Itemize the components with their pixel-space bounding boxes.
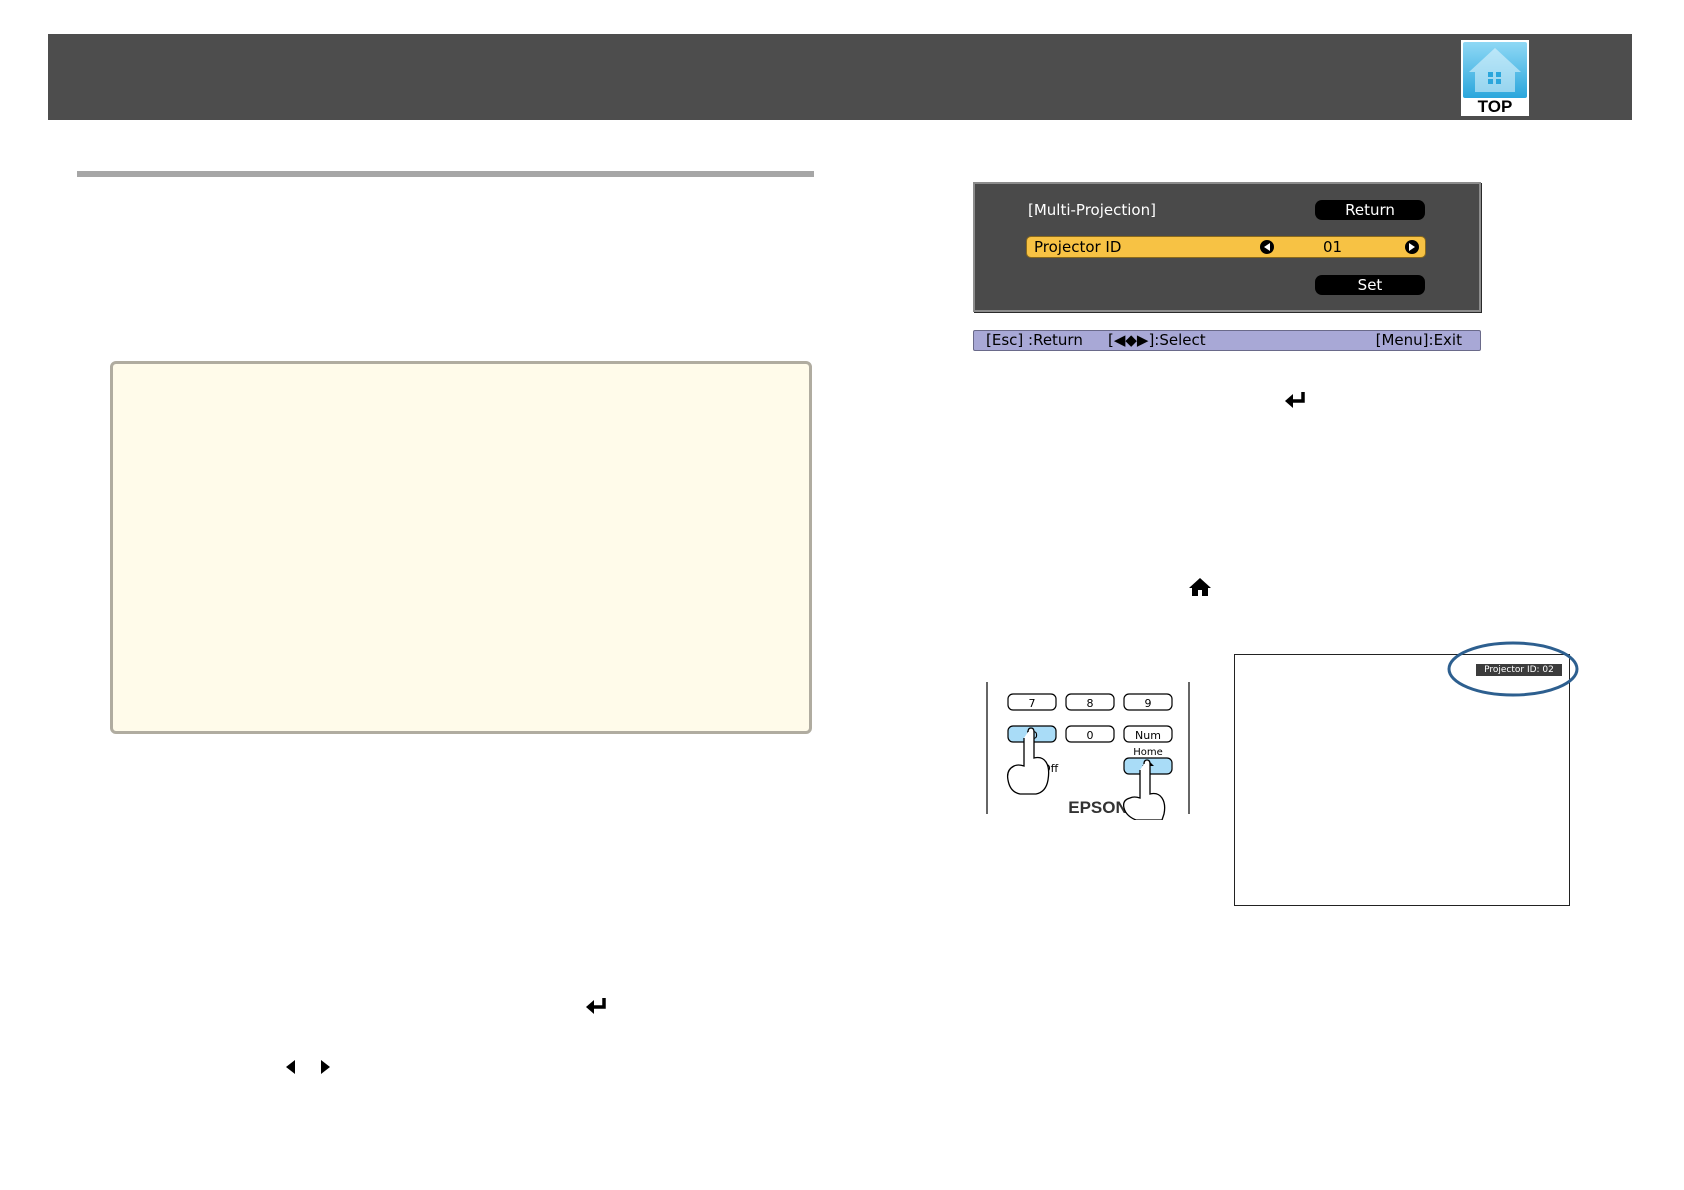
left-arrow-icon — [286, 1060, 295, 1074]
section-divider — [77, 171, 814, 177]
status-select-hint: [◀◆▶]:Select — [1108, 331, 1206, 349]
osd-menu-screen: [Multi-Projection] Return Projector ID 0… — [973, 182, 1481, 312]
status-esc-hint: [Esc] :Return — [986, 331, 1083, 349]
top-button[interactable]: TOP — [1461, 40, 1529, 116]
status-exit-hint: [Menu]:Exit — [1375, 331, 1462, 349]
home-key-label: Home — [1133, 747, 1163, 758]
svg-text:Num: Num — [1135, 729, 1161, 742]
projector-id-label: Projector ID — [1034, 238, 1122, 256]
osd-title: [Multi-Projection] — [1028, 201, 1156, 219]
svg-text:9: 9 — [1145, 697, 1152, 710]
svg-text:7: 7 — [1029, 697, 1036, 710]
remote-control-illustration: 7 8 9 ID 0 Num Home Off EPSON — [986, 682, 1190, 820]
decrease-arrow-icon[interactable] — [1260, 240, 1274, 254]
projector-id-row[interactable]: Projector ID 01 — [1027, 237, 1425, 257]
projector-id-value: 01 — [1323, 238, 1343, 256]
osd-status-bar: [Esc] :Return [◀◆▶]:Select [Menu]:Exit — [973, 330, 1481, 351]
enter-icon — [586, 998, 606, 1014]
svg-text:0: 0 — [1087, 729, 1094, 742]
page-header-band — [48, 34, 1632, 120]
top-house-icon: TOP — [1461, 40, 1529, 116]
return-button[interactable]: Return — [1315, 200, 1425, 220]
highlight-ellipse — [1447, 641, 1579, 697]
epson-logo: EPSON — [1068, 798, 1128, 817]
right-arrow-icon — [321, 1060, 330, 1074]
top-button-label: TOP — [1478, 97, 1513, 116]
note-box — [110, 361, 812, 734]
home-icon — [1189, 578, 1211, 596]
svg-text:8: 8 — [1087, 697, 1094, 710]
enter-icon — [1285, 392, 1305, 408]
increase-arrow-icon[interactable] — [1405, 240, 1419, 254]
set-button[interactable]: Set — [1315, 275, 1425, 295]
